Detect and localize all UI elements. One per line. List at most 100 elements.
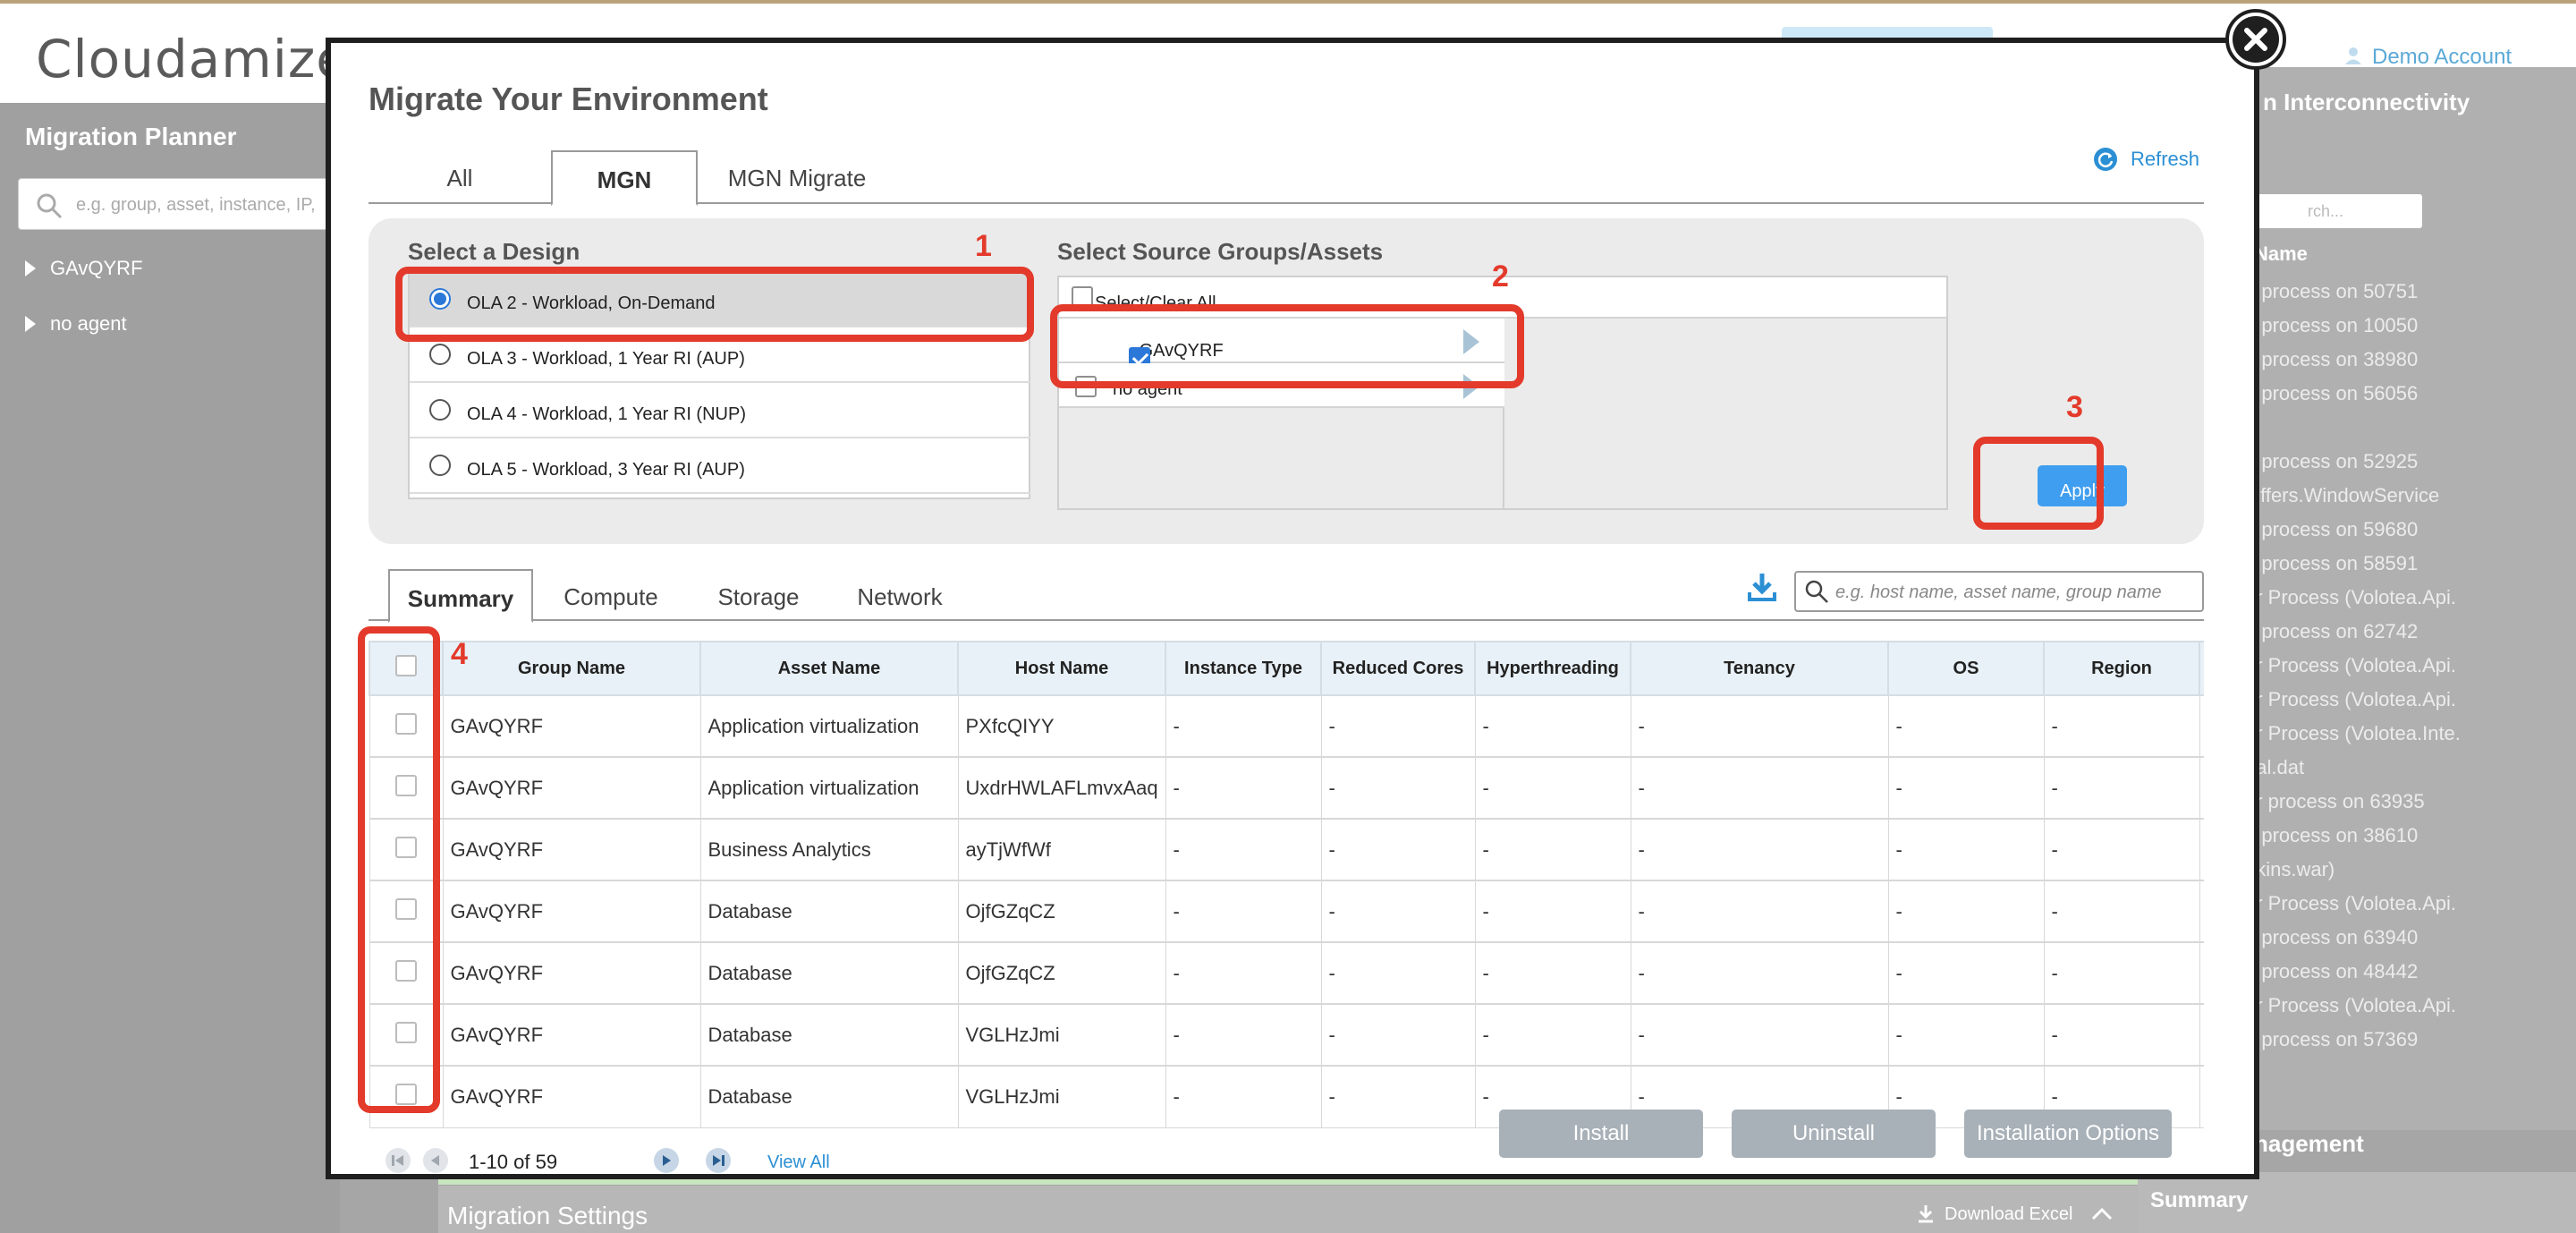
process-list-item[interactable]: er Process (Volotea.Api. <box>2245 688 2549 722</box>
tab-mgn[interactable]: MGN <box>551 150 698 206</box>
process-list-item[interactable]: er Process (Volotea.Api. <box>2245 586 2549 620</box>
table-cell: UxdrHWLAFLmvxAaq <box>957 756 1166 820</box>
migrate-environment-modal: Migrate Your Environment Refresh All MGN… <box>326 38 2259 1179</box>
process-list-item[interactable]: n process on 48442 <box>2245 960 2549 994</box>
table-row[interactable]: GAvQYRF Application virtualization UxdrHWL… <box>369 756 2204 820</box>
process-list-item[interactable]: n process on 52925 <box>2245 450 2549 484</box>
process-list-item[interactable]: n process on 63940 <box>2245 926 2549 960</box>
process-list-item[interactable]: er Process (Volotea.Inte. <box>2245 722 2549 756</box>
download-excel-label: Download Excel <box>1945 1204 2073 1224</box>
table-row[interactable]: GAvQYRF Application virtualization PXfcQIY… <box>369 694 2204 758</box>
download-icon[interactable] <box>1746 571 1778 603</box>
table-row[interactable]: GAvQYRFDatabaseOjfGZqCZ------0 <box>369 880 2204 943</box>
tab-network[interactable]: Network <box>828 569 971 623</box>
process-list-item[interactable]: n process on 56056 <box>2245 382 2549 416</box>
close-modal-button[interactable] <box>2225 9 2286 70</box>
source-label: Select Source Groups/Assets <box>1057 238 1384 265</box>
tab-all[interactable]: All <box>369 150 551 206</box>
annotation-number: 3 <box>2066 390 2083 424</box>
panel-column-header: Name <box>2254 242 2308 265</box>
last-page-icon[interactable] <box>705 1147 732 1174</box>
install-button[interactable]: Install <box>1499 1110 1703 1158</box>
process-list-item[interactable]: nal.dat <box>2245 756 2549 790</box>
migration-settings-bar[interactable]: Migration Settings Download Excel <box>438 1186 2138 1233</box>
radio-button[interactable] <box>429 455 451 476</box>
account-menu[interactable]: Demo Account <box>2343 45 2512 70</box>
installation-options-button[interactable]: Installation Options <box>1964 1110 2172 1158</box>
column-header-asset-name[interactable]: Asset Name <box>699 641 959 696</box>
sidebar-item-no-agent[interactable]: no agent <box>25 312 127 336</box>
table-cell: - <box>1320 756 1476 820</box>
process-list-item[interactable]: er Process (Volotea.Api. <box>2245 654 2549 688</box>
summary-tab-label: Summary <box>2150 1188 2249 1212</box>
table-cell: VGLHzJmi <box>957 1003 1166 1067</box>
download-icon <box>1919 1205 1933 1223</box>
column-header-os[interactable]: OS <box>1887 641 2045 696</box>
table-cell: - <box>2043 756 2200 820</box>
process-list-item[interactable]: n process on 50751 <box>2245 280 2549 314</box>
tab-mgn-migrate[interactable]: MGN Migrate <box>699 150 894 206</box>
next-page-icon[interactable] <box>653 1147 680 1174</box>
process-list-item[interactable]: er Process (Volotea.Api. <box>2245 892 2549 926</box>
column-header-tenancy[interactable]: Tenancy <box>1630 641 1889 696</box>
table-cell: - <box>1320 941 1476 1005</box>
table-cell: GAvQYRF <box>442 1003 701 1067</box>
tab-summary[interactable]: Summary <box>388 569 533 623</box>
process-list-item[interactable]: n process on 57369 <box>2245 1028 2549 1062</box>
column-header-extra[interactable] <box>2199 641 2204 696</box>
table-cell: - <box>1165 694 1322 758</box>
sidebar-item-gavqyrf[interactable]: GAvQYRF <box>25 257 143 280</box>
panel-title: n Interconnectivity <box>2263 89 2470 115</box>
summary-tab[interactable]: Summary <box>2138 1172 2576 1233</box>
table-row[interactable]: GAvQYRFDatabaseOjfGZqCZ------0 <box>369 941 2204 1005</box>
tab-storage[interactable]: Storage <box>689 569 828 623</box>
table-cell: PXfcQIYY <box>957 694 1166 758</box>
grid-search-input[interactable]: e.g. host name, asset name, group name <box>1794 571 2204 612</box>
table-cell: - <box>1165 880 1322 943</box>
table-cell: - <box>1165 941 1322 1005</box>
table-cell: - <box>1320 1003 1476 1067</box>
process-list-item[interactable]: Offers.WindowService <box>2245 484 2549 518</box>
process-list-item[interactable]: n process on 58591 <box>2245 552 2549 586</box>
design-option-ola4[interactable]: OLA 4 - Workload, 1 Year RI (NUP) <box>410 383 1030 438</box>
radio-button[interactable] <box>429 399 451 421</box>
column-header-group-name[interactable]: Group Name <box>442 641 701 696</box>
sidebar-search-input[interactable]: e.g. group, asset, instance, IP, <box>18 178 340 230</box>
design-label: Select a Design <box>408 238 580 265</box>
table-cell: OjfGZqCZ <box>957 880 1166 943</box>
process-list-item[interactable]: nkins.war) <box>2245 858 2549 892</box>
table-cell: - <box>1165 756 1322 820</box>
process-list-item[interactable]: n process on 62742 <box>2245 620 2549 654</box>
process-list-item[interactable]: n process on 38610 <box>2245 824 2549 858</box>
modal-title: Migrate Your Environment <box>369 81 768 117</box>
table-cell: 0 <box>2199 1003 2204 1067</box>
column-header-region[interactable]: Region <box>2043 641 2200 696</box>
previous-page-icon[interactable] <box>422 1147 449 1174</box>
table-row[interactable]: GAvQYRFDatabaseVGLHzJmi------0 <box>369 1003 2204 1067</box>
table-row[interactable]: GAvQYRFBusiness AnalyticsayTjWfWf------0 <box>369 818 2204 881</box>
process-list-item[interactable]: 0 <box>2245 416 2549 450</box>
process-list-item[interactable]: n process on 10050 <box>2245 314 2549 348</box>
table-cell: - <box>1630 880 1889 943</box>
process-list-item[interactable]: n process on 59680 <box>2245 518 2549 552</box>
view-all-link[interactable]: View All <box>767 1152 830 1173</box>
process-list-item[interactable]: er Process (Volotea.Api. <box>2245 994 2549 1028</box>
uninstall-button[interactable]: Uninstall <box>1732 1110 1936 1158</box>
first-page-icon[interactable] <box>385 1147 411 1174</box>
table-cell: - <box>1474 880 1631 943</box>
annotation-number: 1 <box>975 229 992 263</box>
column-header-hyperthreading[interactable]: Hyperthreading <box>1474 641 1631 696</box>
chevron-up-icon[interactable] <box>2090 1205 2114 1221</box>
process-list-item[interactable]: er process on 63935 <box>2245 790 2549 824</box>
column-header-instance-type[interactable]: Instance Type <box>1165 641 1322 696</box>
download-excel-link[interactable]: Download Excel <box>1916 1203 2114 1225</box>
column-header-reduced-cores[interactable]: Reduced Cores <box>1320 641 1476 696</box>
annotation-box-source <box>1050 304 1524 388</box>
column-header-host-name[interactable]: Host Name <box>957 641 1166 696</box>
radio-button[interactable] <box>429 344 451 365</box>
table-cell: - <box>2043 818 2200 881</box>
tab-compute[interactable]: Compute <box>533 569 689 623</box>
table-cell: GAvQYRF <box>442 818 701 881</box>
design-option-ola5[interactable]: OLA 5 - Workload, 3 Year RI (AUP) <box>410 438 1030 494</box>
process-list-item[interactable]: n process on 38980 <box>2245 348 2549 382</box>
